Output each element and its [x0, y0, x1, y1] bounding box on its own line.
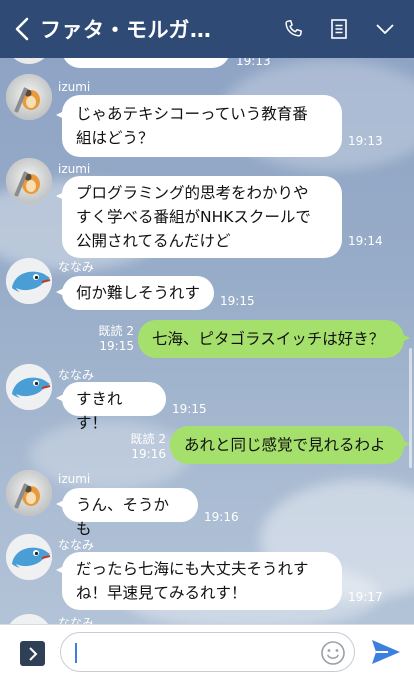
sender-name: ななみ: [58, 368, 95, 382]
message-text: プログラミング的思考をわかりや: [76, 184, 309, 202]
avatar-nanami[interactable]: [6, 614, 52, 624]
menu-button[interactable]: [362, 0, 408, 58]
chevron-down-icon: [376, 24, 394, 34]
chevron-left-icon: [15, 17, 29, 41]
message-text: ね！早速見てみるれす！: [76, 584, 247, 602]
message-input-wrapper[interactable]: [60, 632, 355, 672]
chat-header: ファタ・モルガ…: [0, 0, 414, 58]
scrollbar[interactable]: [409, 348, 412, 468]
sender-name: izumi: [58, 80, 91, 94]
message-text: だったら七海にも大丈夫そうれす: [76, 560, 309, 578]
avatar-nanami[interactable]: [6, 364, 52, 410]
message-text: すきれす！: [76, 390, 123, 432]
notes-button[interactable]: [316, 0, 362, 58]
sender-name: ななみ: [58, 616, 95, 624]
message-time: 19:13: [236, 58, 271, 68]
notes-icon: [331, 19, 347, 39]
message-time: 19:16: [204, 510, 239, 524]
send-icon[interactable]: [370, 638, 402, 666]
message-bubble[interactable]: じゃあテキシコーっていう教育番 組はどう？: [56, 95, 342, 157]
back-button[interactable]: [4, 0, 40, 58]
sender-name: izumi: [58, 162, 91, 176]
message-time: 19:15: [220, 294, 255, 308]
message-text: うん、そうかも: [76, 496, 170, 538]
message-text: 七海、ピタゴラスイッチは好き？: [152, 330, 385, 348]
expand-button[interactable]: [20, 641, 45, 666]
avatar-izumi[interactable]: [6, 158, 52, 204]
sender-name: izumi: [58, 472, 91, 486]
phone-icon: [285, 20, 302, 37]
message-bubble[interactable]: [62, 58, 230, 68]
message-text: すく学べる番組がNHKスクールで: [76, 208, 311, 226]
chat-title[interactable]: ファタ・モルガ…: [40, 14, 230, 44]
message-time: 19:17: [348, 590, 383, 604]
message-text: 公開されてるんだけど: [76, 232, 231, 250]
message-time: 19:14: [348, 234, 383, 248]
message-text: あれと同じ感覚で見れるわよ: [184, 436, 386, 454]
message-time: 19:15: [172, 402, 207, 416]
message-bubble[interactable]: すきれす！: [56, 382, 166, 432]
message-text: 何か難しそうれす: [76, 284, 201, 302]
message-time: 19:13: [348, 134, 383, 148]
message-text: じゃあテキシコーっていう教育番: [76, 105, 308, 123]
avatar-izumi[interactable]: [6, 74, 52, 120]
message-bubble[interactable]: プログラミング的思考をわかりや すく学べる番組がNHKスクールで 公開されてるん…: [56, 176, 342, 258]
message-bubble-own[interactable]: 七海、ピタゴラスイッチは好き？: [138, 320, 410, 358]
message-text: 組はどう？: [76, 129, 154, 147]
avatar-nanami[interactable]: [6, 258, 52, 304]
message-input[interactable]: [81, 639, 315, 667]
message-list[interactable]: 19:13 izumi じゃあテキシコーっていう教育番 組はどう？ 19:13 …: [0, 58, 414, 624]
sender-name: ななみ: [58, 538, 95, 552]
call-button[interactable]: [270, 0, 316, 58]
read-receipt: 既読 2 19:16: [130, 432, 166, 461]
avatar-nanami[interactable]: [6, 534, 52, 580]
chevron-right-icon: [28, 646, 37, 661]
message-bubble-own[interactable]: あれと同じ感覚で見れるわよ: [170, 426, 410, 464]
avatar-izumi[interactable]: [6, 470, 52, 516]
read-receipt: 既読 2 19:15: [98, 324, 134, 353]
message-bubble[interactable]: だったら七海にも大丈夫そうれす ね！早速見てみるれす！: [56, 552, 342, 610]
sender-name: ななみ: [58, 260, 95, 274]
text-cursor: [75, 643, 77, 663]
emoji-icon[interactable]: [320, 640, 346, 666]
message-bubble[interactable]: 何か難しそうれす: [56, 276, 214, 310]
avatar[interactable]: [6, 58, 52, 64]
message-bubble[interactable]: うん、そうかも: [56, 488, 198, 538]
message-input-bar: [0, 624, 414, 680]
